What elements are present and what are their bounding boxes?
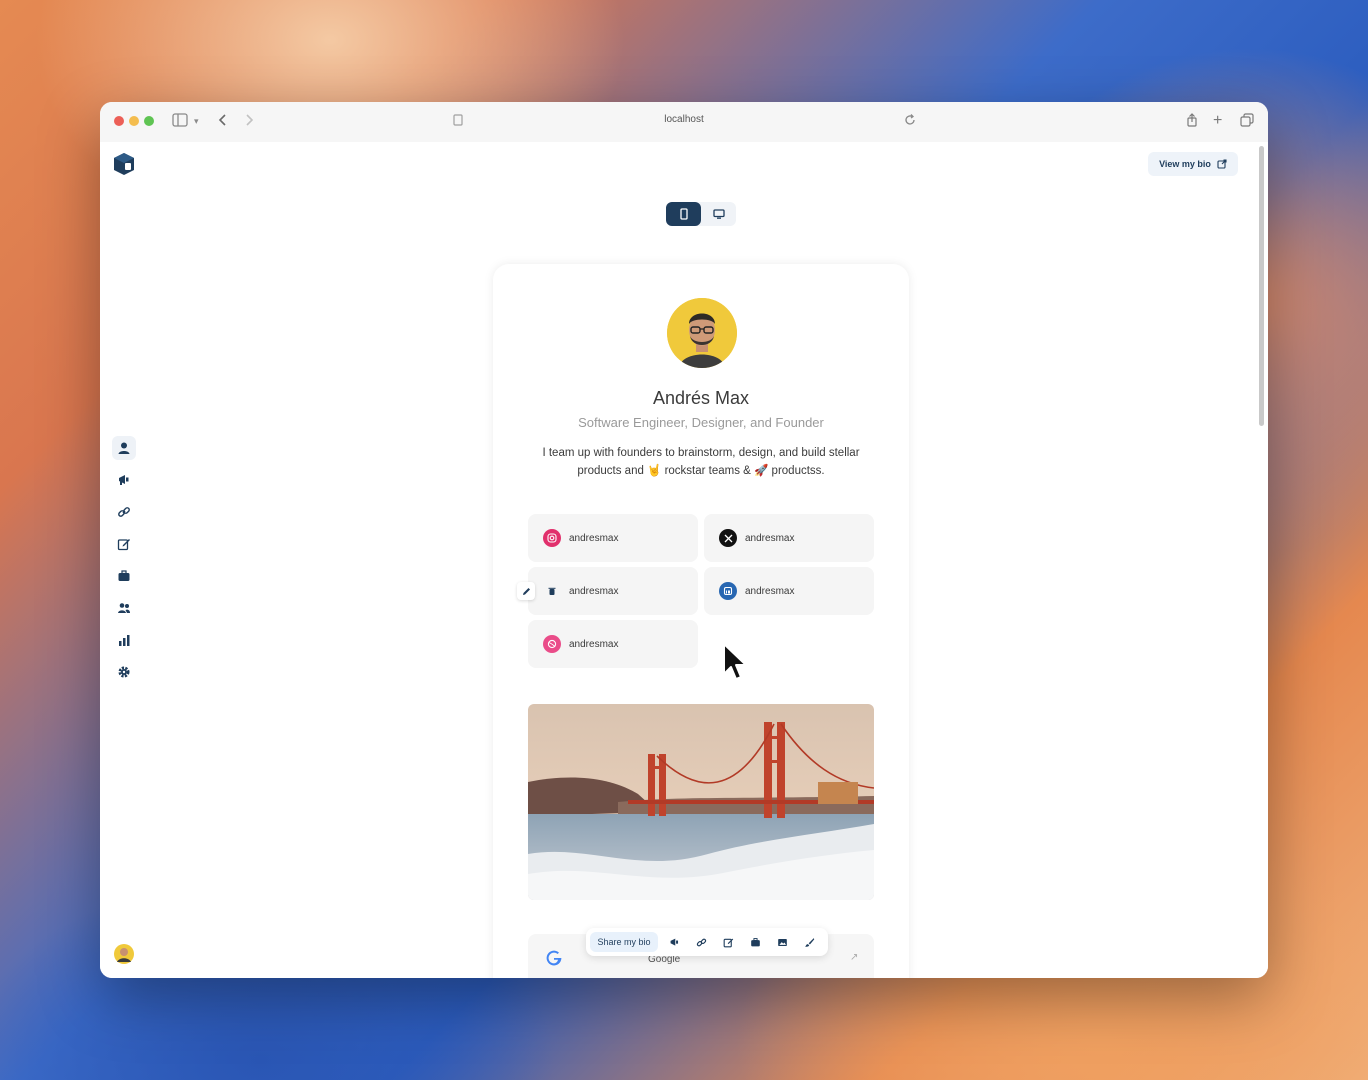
social-link-threads[interactable]: andresmax [528, 567, 698, 615]
page-scrollbar[interactable] [1259, 146, 1264, 426]
image-icon [777, 938, 787, 946]
users-icon [118, 603, 130, 613]
sidebar-item-portfolio[interactable] [112, 564, 136, 588]
link-icon [696, 938, 706, 946]
profile-role: Software Engineer, Designer, and Founder [578, 415, 824, 430]
app-logo[interactable] [112, 152, 136, 176]
brush-icon [804, 937, 814, 947]
briefcase-icon [118, 570, 130, 581]
app-content: View my bio Andrés Max Software Engineer… [100, 142, 1268, 978]
floating-toolbar: Share my bio [586, 928, 828, 956]
page-info-icon[interactable] [452, 113, 464, 131]
browser-window: ▾ localhost + View my bio Andrés Max Sof… [100, 102, 1268, 978]
social-link-linkedin[interactable]: andresmax [704, 567, 874, 615]
link-icon [118, 507, 130, 517]
linkedin-icon [719, 582, 737, 600]
external-link-icon [1217, 159, 1227, 169]
megaphone-icon [670, 938, 678, 946]
new-tab-icon[interactable]: + [1213, 113, 1222, 129]
user-avatar-button[interactable] [112, 942, 136, 966]
smartphone-icon [679, 208, 688, 220]
add-text-button[interactable] [718, 932, 738, 952]
maximize-window-button[interactable] [144, 116, 154, 126]
view-my-bio-button[interactable]: View my bio [1148, 152, 1238, 176]
social-link-dribbble[interactable]: andresmax [528, 620, 698, 668]
bio-preview-card: Andrés Max Software Engineer, Designer, … [493, 264, 909, 978]
sidebar-toggle-icon[interactable] [172, 113, 188, 131]
add-image-button[interactable] [772, 932, 792, 952]
back-button[interactable] [218, 113, 228, 131]
sidebar-item-edit[interactable] [112, 532, 136, 556]
social-link-x[interactable]: andresmax [704, 514, 874, 562]
pencil-icon [522, 587, 530, 595]
social-link-instagram[interactable]: andresmax [528, 514, 698, 562]
google-icon [546, 950, 562, 971]
sidebar-item-profile[interactable] [112, 436, 136, 460]
sidebar-item-settings[interactable] [112, 660, 136, 684]
reload-icon[interactable] [904, 113, 916, 131]
add-announcement-button[interactable] [664, 932, 684, 952]
gear-icon [118, 666, 130, 678]
monitor-icon [712, 209, 725, 219]
social-handle: andresmax [569, 532, 619, 544]
megaphone-icon [119, 475, 129, 485]
add-link-button[interactable] [691, 932, 711, 952]
sidebar-item-links[interactable] [112, 500, 136, 524]
forward-button[interactable] [244, 113, 254, 131]
bar-chart-icon [119, 635, 130, 646]
desktop-preview-button[interactable] [701, 202, 736, 226]
x-icon [719, 529, 737, 547]
sidebar-item-analytics[interactable] [112, 628, 136, 652]
share-icon[interactable] [1186, 113, 1198, 131]
dribbble-icon [543, 635, 561, 653]
social-handle: andresmax [745, 585, 795, 597]
device-preview-toggle [666, 202, 736, 226]
address-bar[interactable]: localhost [640, 114, 728, 125]
edit-icon [723, 938, 733, 947]
user-icon [118, 442, 130, 454]
avatar [114, 944, 134, 964]
share-label: Share my bio [597, 937, 651, 947]
mouse-cursor-icon [722, 642, 750, 689]
briefcase-icon [750, 937, 760, 946]
social-handle: andresmax [569, 585, 619, 597]
close-window-button[interactable] [114, 116, 124, 126]
social-handle: andresmax [569, 638, 619, 650]
minimize-window-button[interactable] [129, 116, 139, 126]
share-my-bio-button[interactable]: Share my bio [590, 932, 658, 952]
customize-theme-button[interactable] [799, 932, 819, 952]
instagram-icon [543, 529, 561, 547]
add-portfolio-button[interactable] [745, 932, 765, 952]
profile-name: Andrés Max [652, 388, 750, 408]
tabs-overview-icon[interactable] [1240, 113, 1254, 131]
edit-icon [117, 539, 130, 551]
view-bio-label: View my bio [1159, 159, 1211, 169]
browser-titlebar: ▾ localhost + [100, 102, 1268, 143]
trash-icon[interactable] [543, 582, 561, 600]
social-handle: andresmax [745, 532, 795, 544]
sidebar-item-team[interactable] [112, 596, 136, 620]
sidebar-item-announcements[interactable] [112, 468, 136, 492]
golden-gate-photo[interactable] [528, 704, 874, 900]
profile-description: I team up with founders to brainstorm, d… [542, 447, 860, 477]
edit-social-button[interactable] [517, 582, 535, 600]
chevron-down-icon[interactable]: ▾ [194, 113, 199, 129]
mobile-preview-button[interactable] [666, 202, 701, 226]
profile-avatar [667, 298, 737, 368]
arrow-icon: ↗ [850, 952, 859, 963]
